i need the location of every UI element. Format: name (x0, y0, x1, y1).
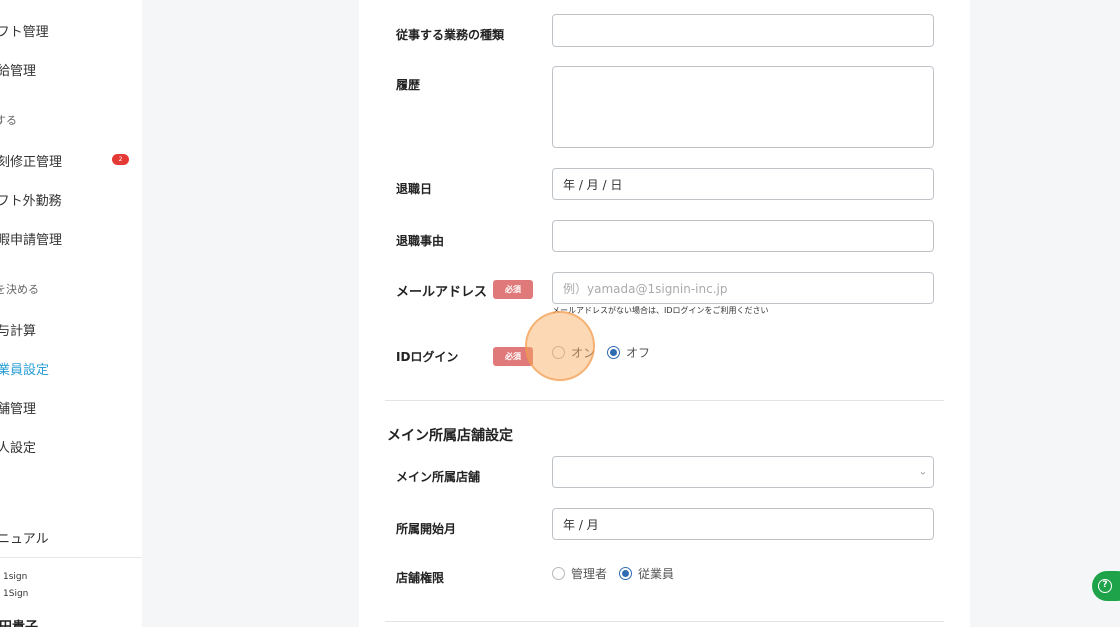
notification-badge: 2 (112, 154, 129, 165)
id-login-radio-group: オン オフ (552, 344, 656, 361)
sidebar-item-manual[interactable]: マニュアル (0, 528, 49, 547)
user-name: 西田貴子 (0, 616, 38, 627)
sidebar-item-paid-leave[interactable]: 有給管理 (0, 60, 36, 79)
bottom-divider (385, 621, 944, 622)
main-store-label: メイン所属店舗 (396, 470, 481, 484)
sidebar-item-corporate-settings[interactable]: 法人設定 (0, 437, 36, 456)
id-login-required-badge: 必須 (493, 347, 533, 366)
permission-admin-label[interactable]: 管理者 (571, 565, 607, 582)
sidebar-item-punch-correction[interactable]: 打刻修正管理 (0, 151, 62, 170)
email-hint: メールアドレスがない場合は、IDログインをご利用ください (552, 306, 769, 315)
main-store-select[interactable]: ⌄ (552, 456, 934, 488)
retirement-date-label: 退職日 (396, 182, 433, 196)
sidebar-item-payroll[interactable]: 給与計算 (0, 320, 36, 339)
history-label: 履歴 (396, 78, 421, 92)
store-permission-radio-group: 管理者 従業員 (552, 565, 680, 582)
start-month-input[interactable]: 年 / 月 (552, 508, 934, 540)
retirement-date-input[interactable]: 年 / 月 / 日 (552, 168, 934, 200)
job-type-input[interactable] (552, 14, 934, 47)
store-permission-label: 店舗権限 (396, 571, 445, 585)
company-subname: 1Sign (3, 589, 29, 599)
sidebar-item-store-management[interactable]: 店舗管理 (0, 398, 36, 417)
sidebar-item-overtime[interactable]: ンフト外勤務 (0, 190, 62, 209)
sidebar-item-employee-settings[interactable]: 従業員設定 (0, 359, 49, 378)
id-login-on-label[interactable]: オン (571, 344, 595, 361)
sidebar: ンフト管理 有給管理 をする 打刻修正管理 2 ンフト外勤務 休暇申請管理 ルを… (0, 0, 142, 627)
id-login-off-radio[interactable] (607, 346, 621, 359)
email-input[interactable]: 例）yamada@1signin-inc.jp (552, 272, 934, 304)
id-login-on-radio[interactable] (552, 346, 565, 359)
job-type-label: 従事する業務の種類 (396, 28, 505, 42)
retirement-reason-label: 退職事由 (396, 234, 445, 248)
main-store-section-title: メイン所属店舗設定 (387, 428, 513, 444)
retirement-reason-input[interactable] (552, 220, 934, 252)
company-name: 1sign (3, 572, 28, 582)
help-button[interactable]: ? (1092, 571, 1120, 601)
question-icon: ? (1098, 579, 1112, 593)
sidebar-item-leave-request[interactable]: 休暇申請管理 (0, 229, 62, 248)
sidebar-section-do: をする (0, 114, 17, 127)
chevron-down-icon: ⌄ (918, 466, 927, 478)
sidebar-divider (0, 557, 142, 558)
email-required-badge: 必須 (493, 280, 533, 299)
permission-employee-label[interactable]: 従業員 (638, 565, 674, 582)
history-textarea[interactable] (552, 66, 934, 148)
section-divider (385, 400, 944, 401)
email-label: メールアドレス (396, 285, 488, 300)
permission-employee-radio[interactable] (619, 567, 633, 580)
sidebar-section-rules: ルを決める (0, 283, 39, 296)
start-month-label: 所属開始月 (396, 522, 457, 536)
id-login-off-label[interactable]: オフ (626, 344, 650, 361)
permission-admin-radio[interactable] (552, 567, 565, 580)
sidebar-item-shift-management[interactable]: ンフト管理 (0, 21, 49, 40)
id-login-label: IDログイン (396, 350, 459, 364)
